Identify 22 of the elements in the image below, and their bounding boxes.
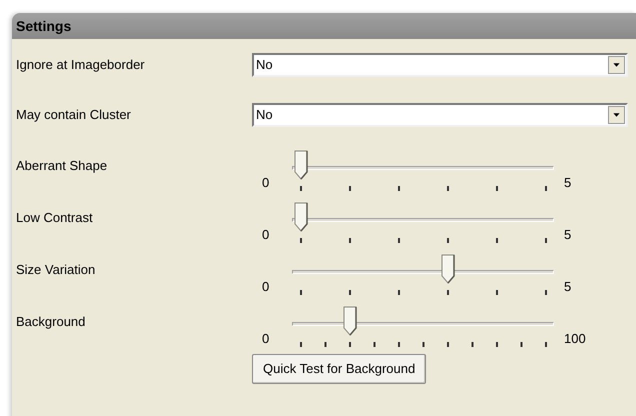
- dropdown[interactable]: No: [252, 53, 628, 77]
- panel-title: Settings: [16, 16, 72, 36]
- field-label: Ignore at Imageborder: [16, 56, 146, 74]
- max-label: 100: [563, 330, 586, 348]
- dropdown[interactable]: No: [252, 103, 628, 127]
- max-label: 5: [563, 174, 572, 192]
- max-label: 5: [563, 226, 572, 244]
- min-label: 0: [262, 330, 270, 348]
- slider-label: Size Variation: [16, 261, 96, 279]
- slider-thumb[interactable]: [294, 202, 308, 232]
- slider-thumb[interactable]: [343, 306, 357, 336]
- min-label: 0: [262, 226, 270, 244]
- min-label: 0: [262, 278, 270, 296]
- field-label: May contain Cluster: [16, 106, 132, 124]
- min-label: 0: [262, 174, 270, 192]
- quick-test-button[interactable]: Quick Test for Background: [252, 354, 426, 384]
- max-label: 5: [563, 278, 572, 296]
- slider-thumb[interactable]: [294, 150, 308, 180]
- slider-label: Low Contrast: [16, 209, 94, 227]
- slider-thumb[interactable]: [441, 254, 455, 284]
- slider-label: Aberrant Shape: [16, 157, 108, 175]
- slider-label: Background: [16, 313, 86, 331]
